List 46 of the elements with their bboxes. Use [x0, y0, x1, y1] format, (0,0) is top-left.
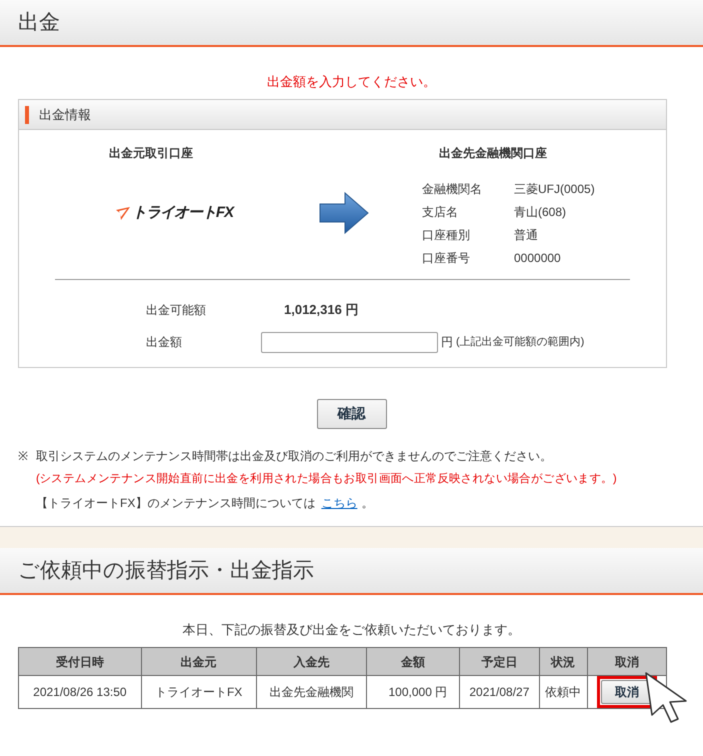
right-arrow-icon	[319, 192, 369, 234]
field-label: 口座種別	[422, 227, 471, 244]
amount-label: 出金額	[146, 334, 183, 351]
column-header: 入金先	[256, 648, 366, 676]
column-header: 予定日	[460, 648, 540, 676]
warning-text: (システムメンテナンス開始直前に出金を利用された場合もお取引画面へ正常反映されない場合がございます。)	[36, 472, 618, 486]
table-cell: 依頼中	[539, 676, 588, 709]
confirm-button[interactable]: 確認	[316, 398, 386, 428]
note-period: 。	[361, 494, 374, 512]
field-value: 0000000	[514, 250, 561, 267]
panel-title: 出金情報	[39, 106, 91, 124]
brand-logo: トライオートFX	[132, 203, 234, 223]
available-amount: 1,012,316 円	[284, 301, 358, 319]
section-title: ご依頼中の振替指示・出金指示	[18, 558, 314, 584]
destination-heading: 出金先金融機関口座	[439, 145, 548, 162]
column-header: 金額	[366, 648, 460, 676]
accent-bar-icon	[25, 106, 29, 124]
amount-hint: (上記出金可能額の範囲内)	[456, 334, 584, 350]
note-text: 取引システムのメンテナンス時間帯は出金及び取消のご利用ができませんのでご注意ください。	[36, 448, 552, 464]
note-text: 【トライオートFX】のメンテナンス時間については	[36, 494, 316, 512]
check-logo-icon	[114, 205, 131, 222]
table-cell: 2021/08/27	[460, 676, 540, 709]
section-title: 出金	[18, 10, 60, 36]
here-link[interactable]: こちら	[321, 494, 358, 512]
column-header: 取消	[587, 648, 666, 676]
column-header: 状況	[539, 648, 588, 676]
field-value: 普通	[514, 227, 538, 244]
table-cell: 100,000 円	[366, 676, 460, 709]
table-cell: 2021/08/26 13:50	[18, 676, 142, 709]
source-heading: 出金元取引口座	[109, 145, 193, 162]
available-label: 出金可能額	[146, 302, 207, 319]
note-mark: ※	[18, 448, 28, 464]
column-header: 出金元	[141, 648, 256, 676]
unit-label: 円	[441, 334, 453, 351]
pointer-cursor-icon	[644, 671, 688, 724]
table-cell: トライオートFX	[141, 676, 256, 709]
prompt-message: 出金額を入力してください。	[267, 72, 436, 90]
field-value: 三菱UFJ(0005)	[514, 181, 595, 198]
field-value: 青山(608)	[514, 204, 566, 221]
field-label: 金融機関名	[422, 181, 483, 198]
request-message: 本日、下記の振替及び出金をご依頼いただいております。	[182, 620, 520, 639]
field-label: 支店名	[422, 204, 459, 221]
column-header: 受付日時	[18, 648, 142, 676]
field-label: 口座番号	[422, 250, 471, 267]
table-cell: 出金先金融機関	[256, 676, 366, 709]
amount-input-field[interactable]	[261, 332, 438, 352]
